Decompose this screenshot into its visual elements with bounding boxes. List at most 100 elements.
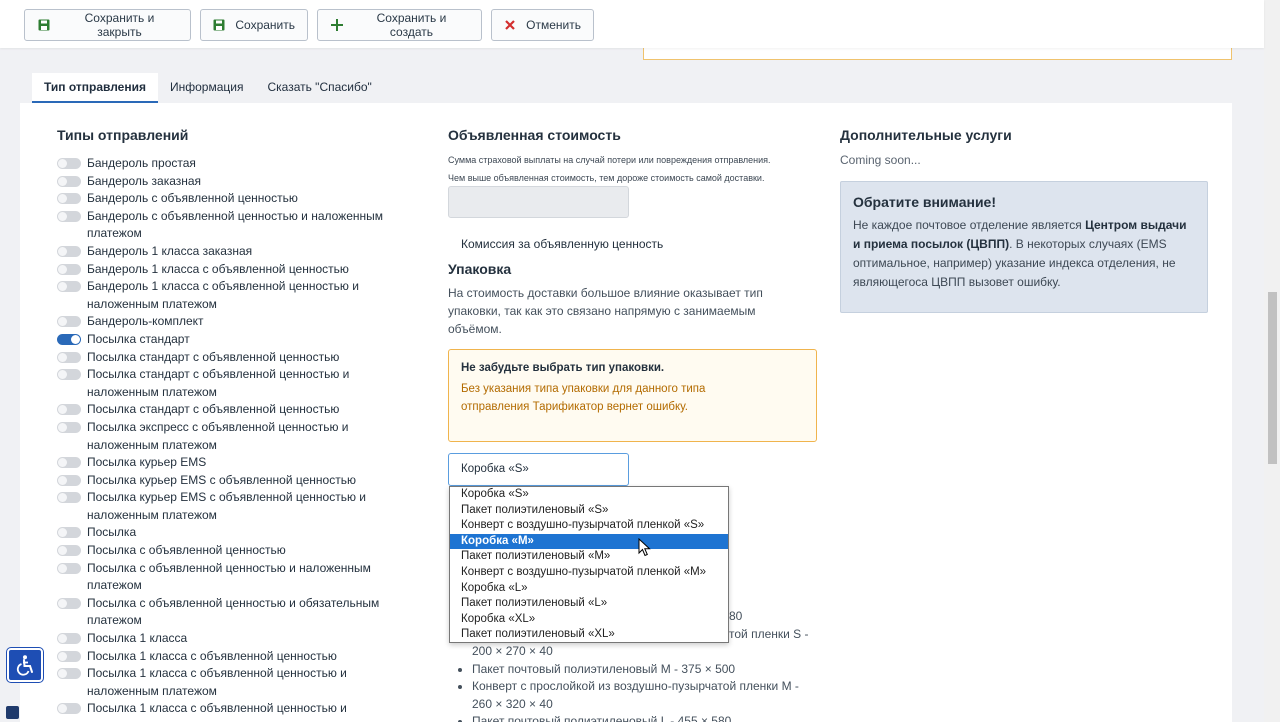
shipping-type-item[interactable]: Посылка курьер EMS с объявленной ценност… [57,472,397,490]
toggle-switch[interactable] [57,421,81,433]
packaging-option[interactable]: Коробка «L» [450,581,728,597]
toggle-switch[interactable] [57,668,81,680]
shipping-type-item[interactable]: Посылка 1 класса [57,630,397,648]
toggle-switch[interactable] [57,527,81,539]
shipping-type-item[interactable]: Посылка 1 класса с объявленной ценностью… [57,665,397,700]
packaging-option[interactable]: Пакет полиэтиленовый «L» [450,596,728,612]
shipping-type-item[interactable]: Посылка [57,524,397,542]
shipping-type-item[interactable]: Бандероль с объявленной ценностью и нало… [57,208,397,243]
toggle-switch[interactable] [57,210,81,222]
shipping-type-item[interactable]: Посылка 1 класса с объявленной ценностью [57,648,397,666]
shipping-type-label: Посылка [87,525,137,540]
shipping-type-label: Бандероль-комплект [87,314,204,329]
tab-information[interactable]: Информация [158,73,255,103]
packaging-option[interactable]: Конверт с воздушно-пузырчатой пленкой «M… [450,565,728,581]
shipping-type-item[interactable]: Посылка 1 класса с объявленной ценностью… [57,700,397,718]
shipping-type-label: Посылка стандарт с объявленной ценностью [87,402,340,417]
packaging-title: Упаковка [448,261,512,277]
shipping-type-item[interactable]: Посылка стандарт с объявленной ценностью [57,349,397,367]
toggle-switch[interactable] [57,474,81,486]
packaging-option[interactable]: Пакет полиэтиленовый «S» [450,503,728,519]
packaging-option[interactable]: Коробка «S» [450,487,728,503]
toggle-switch[interactable] [57,263,81,275]
toggle-switch[interactable] [57,545,81,557]
toggle-switch[interactable] [57,650,81,662]
shipping-type-label: Бандероль с объявленной ценностью и нало… [87,208,384,241]
save-and-new-button[interactable]: Сохранить и создать [317,9,482,41]
shipping-type-label: Посылка стандарт [87,331,190,346]
toggle-switch[interactable] [57,492,81,504]
page-scrollbar[interactable] [1264,0,1280,722]
toggle-switch[interactable] [57,404,81,416]
tab-shipping-type[interactable]: Тип отправления [32,73,158,103]
save-and-close-button[interactable]: Сохранить и закрыть [24,9,191,41]
shipping-type-label: Посылка 1 класса с объявленной ценностью… [87,666,347,698]
toggle-switch[interactable] [57,245,81,257]
accessibility-button[interactable] [6,647,44,683]
note-box: Обратите внимание! Не каждое почтовое от… [840,181,1208,313]
shipping-type-label: Посылка 1 класса с объявленной ценностью… [87,701,347,716]
shipping-type-item[interactable]: Бандероль 1 класса заказная [57,243,397,261]
shipping-type-item[interactable]: Бандероль простая [57,155,397,173]
declared-value-title: Объявленная стоимость [448,127,621,143]
coming-soon-text: Coming soon... [840,153,921,167]
toggle-switch[interactable] [57,703,81,715]
shipping-type-item[interactable]: Посылка курьер EMS [57,454,397,472]
toggle-switch[interactable] [57,369,81,381]
declared-value-input[interactable] [448,186,629,218]
shipping-types-list: Бандероль простая Бандероль заказная Банде… [57,155,397,718]
shipping-type-label: Посылка 1 класса с объявленной ценностью [87,648,337,663]
toggle-switch[interactable] [57,193,81,205]
shipping-type-item[interactable]: Посылка курьер EMS с объявленной ценност… [57,489,397,524]
packaging-select[interactable]: Коробка «S» [448,453,629,486]
shipping-type-item[interactable]: Бандероль 1 класса с объявленной ценност… [57,278,397,313]
shipping-type-item[interactable]: Бандероль заказная [57,173,397,191]
shipping-type-item[interactable]: Посылка с объявленной ценностью [57,542,397,560]
cancel-button[interactable]: Отменить [491,9,594,41]
packaging-option[interactable]: Конверт с воздушно-пузырчатой пленкой «S… [450,518,728,534]
packaging-size-item: Конверт с прослойкой из воздушно-пузырча… [458,678,827,696]
plus-icon [330,18,344,32]
shipping-type-label: Бандероль 1 класса с объявленной ценност… [87,261,349,276]
packaging-desc-3: объёмом. [448,322,502,336]
toggle-switch[interactable] [57,562,81,574]
toggle-switch[interactable] [57,457,81,469]
shipping-types-title: Типы отправлений [57,127,189,143]
packaging-warning: Не забудьте выбрать тип упаковки. Без ук… [448,349,817,442]
packaging-option[interactable]: Коробка «M» [450,533,728,550]
shipping-type-item[interactable]: Посылка с объявленной ценностью и наложе… [57,560,397,595]
shipping-type-item[interactable]: Посылка экспресс с объявленной ценностью… [57,419,397,454]
shipping-type-item[interactable]: Посылка с объявленной ценностью и обязат… [57,595,397,630]
toggle-switch[interactable] [57,175,81,187]
packaging-option[interactable]: Коробка «XL» [450,612,728,628]
shipping-type-label: Бандероль простая [87,156,196,170]
save-icon [37,18,51,32]
shipping-type-item[interactable]: Бандероль с объявленной ценностью [57,190,397,208]
declared-value-help-1: Сумма страховой выплаты на случай потери… [448,155,771,165]
shipping-type-item[interactable]: Посылка стандарт с объявленной ценностью [57,401,397,419]
shipping-type-item[interactable]: Бандероль 1 класса с объявленной ценност… [57,261,397,279]
packaging-option[interactable]: Пакет полиэтиленовый «XL» [450,627,728,643]
toggle-switch[interactable] [57,351,81,363]
save-button[interactable]: Сохранить [200,9,308,41]
tab-say-thanks[interactable]: Сказать "Спасибо" [255,73,383,103]
shipping-type-label: Посылка с объявленной ценностью и обязат… [87,595,380,628]
save-and-new-label: Сохранить и создать [376,11,447,39]
packaging-option[interactable]: Пакет полиэтиленовый «M» [450,549,728,565]
toggle-switch[interactable] [57,633,81,645]
toggle-switch[interactable] [57,316,81,328]
toggle-switch[interactable] [57,333,81,345]
shipping-type-item[interactable]: Посылка стандарт с объявленной ценностью… [57,366,397,401]
toggle-switch[interactable] [57,597,81,609]
scrollbar-thumb[interactable] [1268,292,1277,464]
extras-title: Дополнительные услуги [840,127,1012,143]
shipping-type-label: Посылка курьер EMS с объявленной ценност… [87,490,366,522]
shipping-type-item[interactable]: Посылка стандарт [57,331,397,349]
shipping-type-label: Посылка стандарт с объявленной ценностью… [87,367,350,399]
toggle-switch[interactable] [57,281,81,293]
joomla-icon[interactable] [6,706,19,719]
shipping-type-item[interactable]: Бандероль-комплект [57,313,397,331]
toggle-switch[interactable] [57,158,81,169]
packaging-desc-2: упаковки, так как это связано напрямую с… [448,304,756,318]
note-body: Не каждое почтовое отделение является Це… [853,216,1195,292]
